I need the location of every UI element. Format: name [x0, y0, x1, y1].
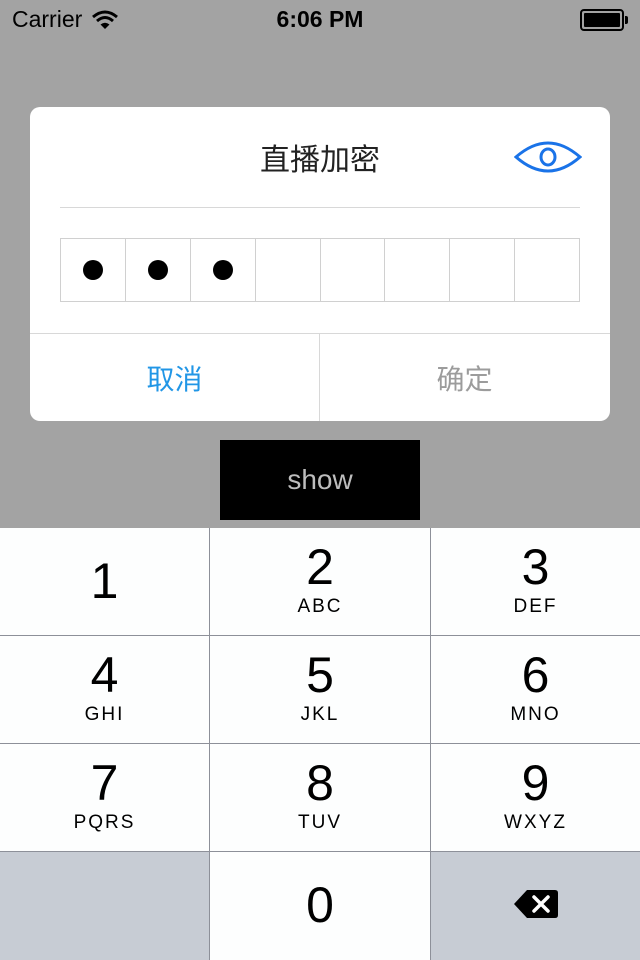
key-blank: [0, 852, 209, 960]
pin-cell: [515, 239, 579, 301]
key-7[interactable]: 7 PQRS: [0, 744, 209, 851]
pin-cell: [385, 239, 451, 301]
key-letters: WXYZ: [504, 812, 567, 833]
backspace-icon: [513, 890, 558, 918]
key-number: 7: [90, 755, 119, 811]
key-6[interactable]: 6 MNO: [431, 636, 640, 743]
status-bar: Carrier 6:06 PM: [0, 0, 640, 40]
pin-cell: [256, 239, 321, 301]
key-2[interactable]: 2 ABC: [210, 528, 430, 635]
key-number: 6: [521, 647, 550, 703]
pin-cell: [126, 239, 191, 301]
pin-dot: [82, 260, 103, 280]
password-dialog: 直播加密 取消 确定: [30, 107, 610, 421]
key-letters: TUV: [298, 812, 342, 833]
key-3[interactable]: 3 DEF: [431, 528, 640, 635]
key-letters: ABC: [297, 596, 343, 617]
key-letters: GHI: [84, 704, 125, 725]
cancel-button[interactable]: 取消: [30, 334, 319, 421]
title-divider: [60, 207, 580, 208]
pin-input[interactable]: [60, 238, 580, 302]
pin-cell: [61, 239, 126, 301]
battery-icon: [580, 9, 628, 31]
key-number: 8: [306, 755, 334, 811]
pin-dot: [147, 260, 168, 280]
numeric-keypad: 1 2 ABC 3 DEF 4 GHI 5 JKL 6 MNO 7 PQRS 8…: [0, 528, 640, 960]
key-letters: DEF: [513, 596, 558, 617]
key-4[interactable]: 4 GHI: [0, 636, 209, 743]
key-5[interactable]: 5 JKL: [210, 636, 430, 743]
key-number: 1: [90, 553, 119, 609]
pin-cell: [450, 239, 516, 301]
key-8[interactable]: 8 TUV: [210, 744, 430, 851]
show-button[interactable]: show: [220, 440, 420, 520]
key-number: 2: [306, 539, 334, 595]
pin-cell: [321, 239, 386, 301]
confirm-button[interactable]: 确定: [320, 334, 609, 421]
key-number: 5: [306, 647, 334, 703]
key-letters: MNO: [510, 704, 561, 725]
key-1[interactable]: 1: [0, 528, 209, 635]
key-number: 4: [90, 647, 119, 703]
key-number: 9: [521, 755, 550, 811]
eye-icon[interactable]: [514, 137, 582, 177]
pin-cell: [191, 239, 256, 301]
key-letters: PQRS: [73, 812, 136, 833]
delete-key[interactable]: [431, 852, 640, 960]
key-letters: JKL: [300, 704, 340, 725]
key-9[interactable]: 9 WXYZ: [431, 744, 640, 851]
pin-dot: [212, 260, 233, 280]
key-number: 3: [521, 539, 550, 595]
key-number: 0: [306, 877, 334, 933]
key-0[interactable]: 0: [210, 852, 430, 960]
status-time: 6:06 PM: [276, 6, 364, 32]
